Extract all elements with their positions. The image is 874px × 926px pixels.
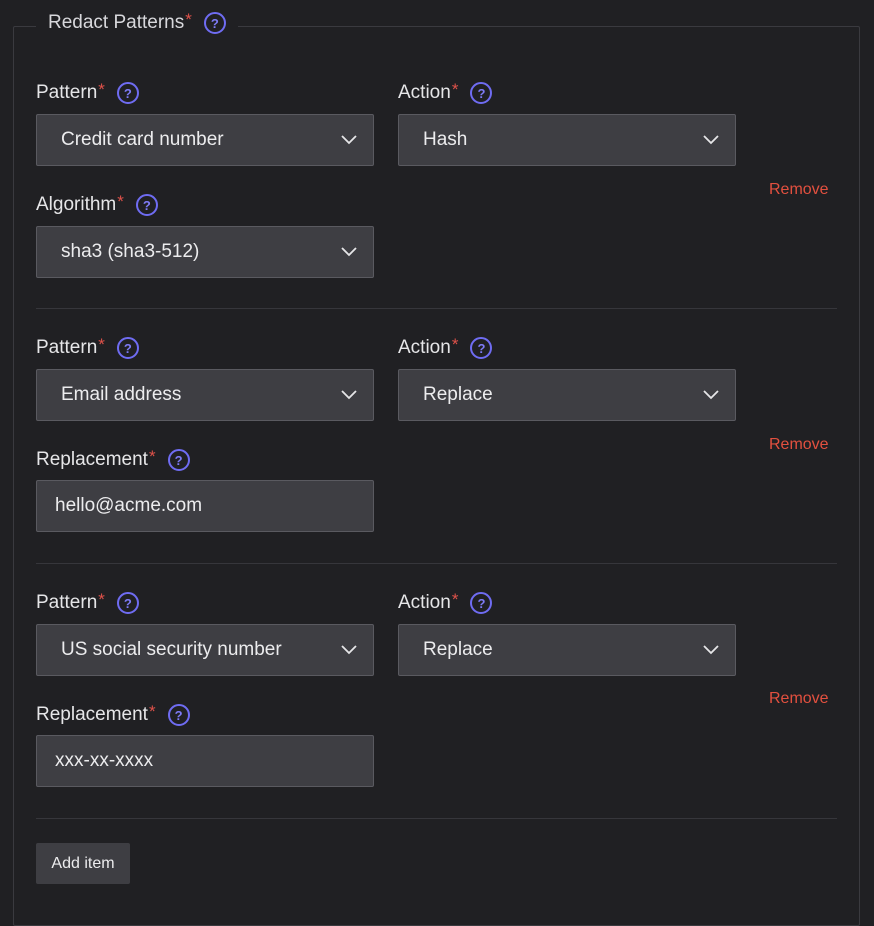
chevron-down-icon xyxy=(341,247,357,257)
required-mark: * xyxy=(185,10,192,29)
replacement-label: Replacement * ? xyxy=(36,702,190,727)
algorithm-select[interactable]: sha3 (sha3-512) xyxy=(36,226,374,278)
chevron-down-icon xyxy=(341,390,357,400)
pattern-label: Pattern * ? xyxy=(36,335,139,360)
help-circle-icon[interactable]: ? xyxy=(470,337,493,359)
item-divider xyxy=(36,818,837,819)
algorithm-label: Algorithm * ? xyxy=(36,192,158,217)
help-circle-icon[interactable]: ? xyxy=(116,592,139,614)
help-circle-icon[interactable]: ? xyxy=(470,592,493,614)
chevron-down-icon xyxy=(703,135,719,145)
chevron-down-icon xyxy=(341,645,357,655)
pattern-select[interactable]: US social security number xyxy=(36,624,374,676)
chevron-down-icon xyxy=(703,390,719,400)
section-title: Redact Patterns xyxy=(48,12,185,33)
replacement-label: Replacement * ? xyxy=(36,447,190,472)
remove-button[interactable]: Remove xyxy=(769,690,829,708)
help-circle-icon[interactable]: ? xyxy=(167,704,190,726)
help-circle-icon[interactable]: ? xyxy=(470,82,493,104)
action-label: Action * ? xyxy=(398,590,493,615)
action-select[interactable]: Hash xyxy=(398,114,736,166)
action-select[interactable]: Replace xyxy=(398,624,736,676)
replacement-input[interactable]: xxx-xx-xxxx xyxy=(36,735,374,787)
item-divider xyxy=(36,563,837,564)
help-circle-icon[interactable]: ? xyxy=(116,337,139,359)
redact-patterns-legend: Redact Patterns * ? xyxy=(36,8,238,38)
remove-button[interactable]: Remove xyxy=(769,436,829,454)
help-circle-icon[interactable]: ? xyxy=(167,449,190,471)
pattern-select[interactable]: Email address xyxy=(36,369,374,421)
help-circle-icon[interactable]: ? xyxy=(116,82,139,104)
add-item-button[interactable]: Add item xyxy=(36,843,130,884)
pattern-label: Pattern * ? xyxy=(36,80,139,105)
pattern-label: Pattern * ? xyxy=(36,590,139,615)
remove-button[interactable]: Remove xyxy=(769,181,829,199)
pattern-select[interactable]: Credit card number xyxy=(36,114,374,166)
chevron-down-icon xyxy=(341,135,357,145)
item-divider xyxy=(36,308,837,309)
action-select[interactable]: Replace xyxy=(398,369,736,421)
action-label: Action * ? xyxy=(398,80,493,105)
help-circle-icon[interactable]: ? xyxy=(135,194,158,216)
replacement-input[interactable]: hello@acme.com xyxy=(36,480,374,532)
help-circle-icon[interactable]: ? xyxy=(203,12,226,34)
action-label: Action * ? xyxy=(398,335,493,360)
chevron-down-icon xyxy=(703,645,719,655)
